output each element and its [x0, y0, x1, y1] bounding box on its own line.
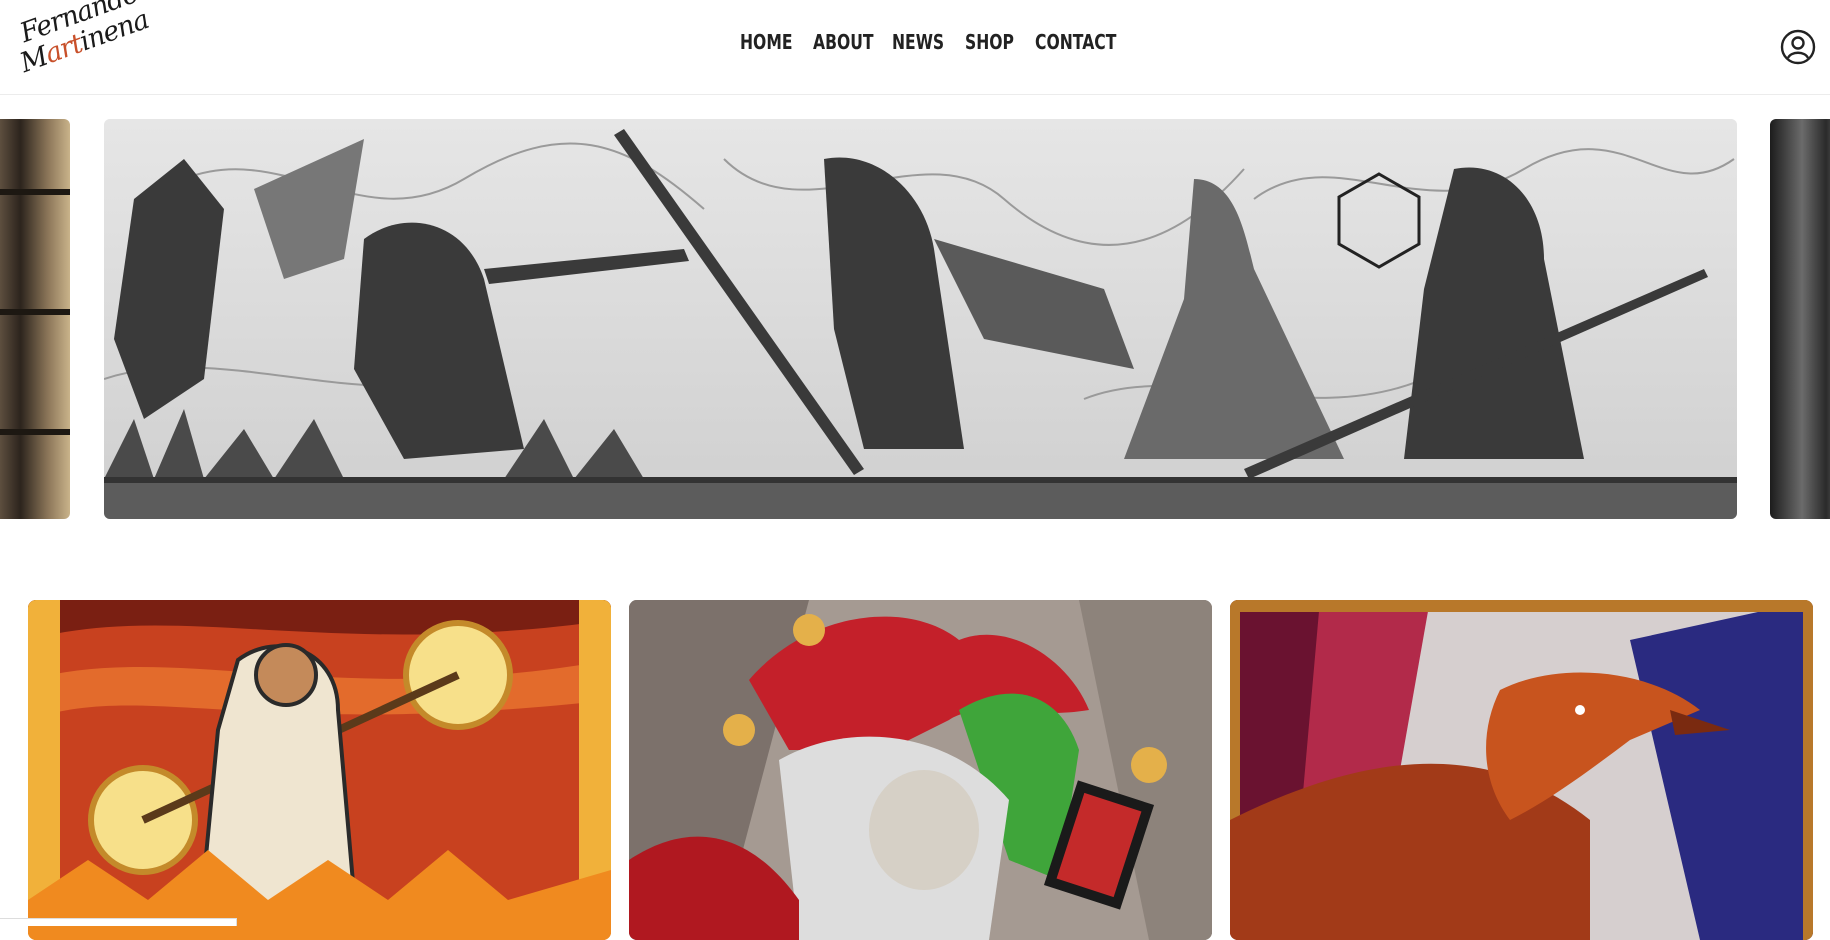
red-dragon-artwork	[1230, 600, 1813, 940]
nav-about[interactable]: ABOUT	[813, 30, 874, 54]
site-logo[interactable]: Fernando Martinena	[14, 0, 153, 90]
gallery-card-jester[interactable]	[629, 600, 1212, 940]
site-header: Fernando Martinena HOME ABOUT NEWS SHOP …	[0, 0, 1830, 95]
fantasy-battle-artwork	[104, 119, 1737, 519]
user-account-icon[interactable]	[1780, 29, 1816, 65]
carousel-slide-current[interactable]	[104, 119, 1737, 519]
carousel-slide-prev[interactable]	[0, 119, 70, 519]
gallery-card-wizard[interactable]	[28, 600, 611, 940]
carousel-slide-next[interactable]	[1770, 119, 1830, 519]
stained-glass-wizard-artwork	[28, 600, 611, 940]
artwork-gallery	[0, 600, 1830, 940]
nav-contact[interactable]: CONTACT	[1035, 30, 1116, 54]
nav-home[interactable]: HOME	[740, 30, 793, 54]
hero-carousel[interactable]	[0, 119, 1830, 519]
nav-news[interactable]: NEWS	[892, 30, 944, 54]
nav-shop[interactable]: SHOP	[965, 30, 1014, 54]
main-nav: HOME ABOUT NEWS SHOP CONTACT	[740, 30, 1116, 54]
gallery-card-dragon[interactable]	[1230, 600, 1813, 940]
jester-artwork	[629, 600, 1212, 940]
